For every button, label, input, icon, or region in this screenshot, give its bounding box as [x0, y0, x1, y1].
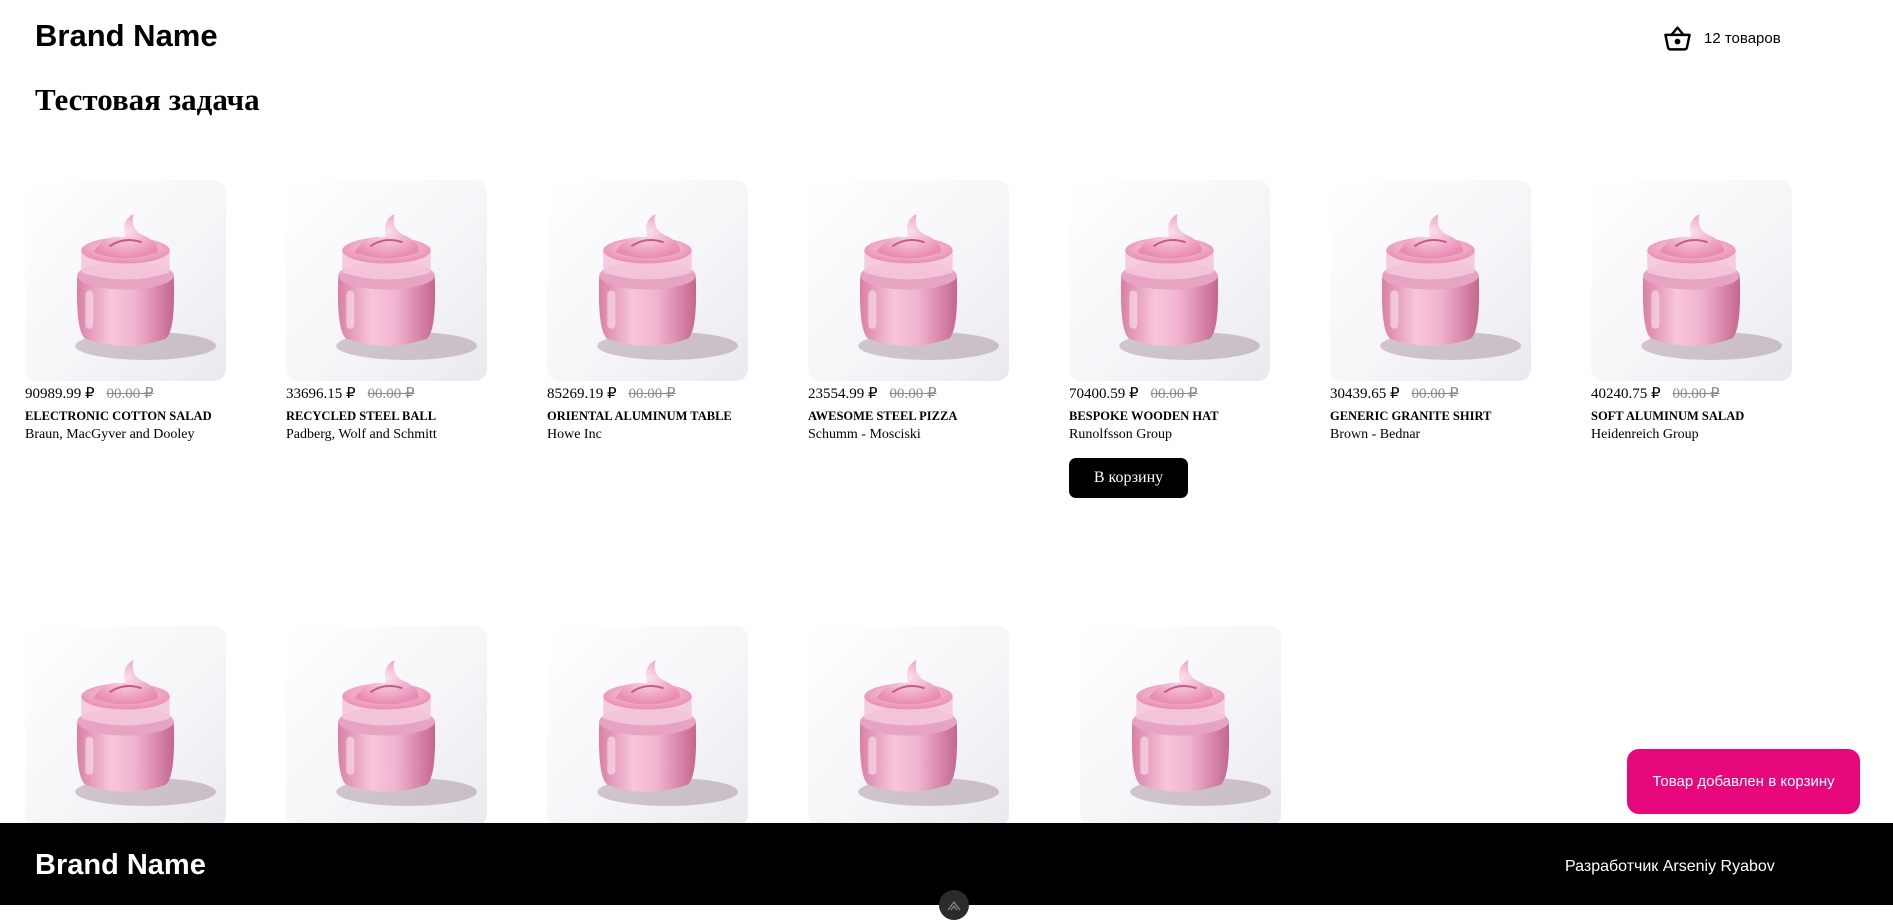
product-image[interactable] [808, 180, 1009, 381]
product-maker: Howe Inc [547, 427, 602, 442]
product-maker: Runolfsson Group [1069, 427, 1173, 442]
product-card[interactable]: 90989.99 ₽ 00.00 ₽ ELECTRONIC COTTON SALAD… [25, 180, 226, 443]
product-maker: Heidenreich Group [1591, 427, 1699, 442]
product-price: 85269.19 ₽ [547, 386, 617, 402]
product-price: 40240.75 ₽ [1591, 386, 1661, 402]
product-name: ORIENTAL ALUMINUM TABLE [547, 409, 732, 423]
product-price: 33696.15 ₽ [286, 386, 356, 402]
product-card[interactable] [286, 626, 487, 827]
cart-button[interactable]: 12 товаров [1663, 24, 1781, 53]
basket-icon [1664, 26, 1691, 51]
product-maker: Schumm - Mosciski [808, 427, 921, 442]
product-card[interactable]: 30439.65 ₽ 00.00 ₽ GENERIC GRANITE SHIRT Br… [1330, 180, 1531, 443]
product-old-price: 00.00 ₽ [628, 386, 676, 402]
product-card[interactable] [547, 626, 748, 827]
footer: Brand Name Разработчик Arseniy Ryabov [0, 823, 1893, 920]
product-card[interactable] [808, 626, 1009, 827]
product-old-price: 00.00 ₽ [889, 386, 937, 402]
product-image[interactable] [1080, 626, 1281, 827]
toast-notification: Товар добавлен в корзину [1627, 749, 1860, 814]
product-name: AWESOME STEEL PIZZA [808, 409, 958, 423]
cart-count: 12 товаров [1704, 30, 1781, 47]
product-image[interactable] [1069, 180, 1270, 381]
product-image[interactable] [286, 626, 487, 827]
product-card[interactable]: 23554.99 ₽ 00.00 ₽ AWESOME STEEL PIZZA Schu… [808, 180, 1009, 443]
product-name: BESPOKE WOODEN HAT [1069, 409, 1219, 423]
product-card[interactable] [1080, 626, 1281, 827]
product-price: 70400.59 ₽ [1069, 386, 1139, 402]
add-to-cart-button[interactable]: В корзину [1069, 458, 1188, 498]
product-price: 23554.99 ₽ [808, 386, 878, 402]
product-image[interactable] [286, 180, 487, 381]
product-price: 30439.65 ₽ [1330, 386, 1400, 402]
product-name: GENERIC GRANITE SHIRT [1330, 409, 1492, 423]
product-image[interactable] [25, 180, 226, 381]
product-name: RECYCLED STEEL BALL [286, 409, 437, 423]
footer-developer-credit: Разработчик Arseniy Ryabov [1565, 858, 1775, 875]
product-name: ELECTRONIC COTTON SALAD [25, 409, 212, 423]
product-card[interactable] [25, 626, 226, 827]
page-title: Тестовая задача [35, 82, 260, 117]
product-image[interactable] [1330, 180, 1531, 381]
product-card[interactable]: 40240.75 ₽ 00.00 ₽ SOFT ALUMINUM SALAD Heid… [1591, 180, 1792, 443]
product-maker: Brown - Bednar [1330, 427, 1421, 442]
product-image[interactable] [547, 180, 748, 381]
product-image[interactable] [25, 626, 226, 827]
product-old-price: 00.00 ₽ [1672, 386, 1720, 402]
product-old-price: 00.00 ₽ [106, 386, 154, 402]
product-old-price: 00.00 ₽ [1150, 386, 1198, 402]
header-brand-logo[interactable]: Brand Name [35, 18, 218, 54]
product-maker: Braun, MacGyver and Dooley [25, 427, 195, 442]
product-maker: Padberg, Wolf and Schmitt [286, 427, 437, 442]
product-card[interactable]: 33696.15 ₽ 00.00 ₽ RECYCLED STEEL BALL Padb… [286, 180, 487, 443]
product-name: SOFT ALUMINUM SALAD [1591, 409, 1745, 423]
product-price: 90989.99 ₽ [25, 386, 95, 402]
product-card[interactable]: 70400.59 ₽ 00.00 ₽ BESPOKE WOODEN HAT Runol… [1069, 180, 1270, 498]
footer-brand-logo[interactable]: Brand Name [35, 849, 206, 882]
product-old-price: 00.00 ₽ [1411, 386, 1459, 402]
product-image[interactable] [808, 626, 1009, 827]
scroll-top-icon[interactable] [939, 890, 969, 920]
product-card[interactable]: 85269.19 ₽ 00.00 ₽ ORIENTAL ALUMINUM TABLE… [547, 180, 748, 443]
product-old-price: 00.00 ₽ [367, 386, 415, 402]
product-image[interactable] [547, 626, 748, 827]
product-image[interactable] [1591, 180, 1792, 381]
